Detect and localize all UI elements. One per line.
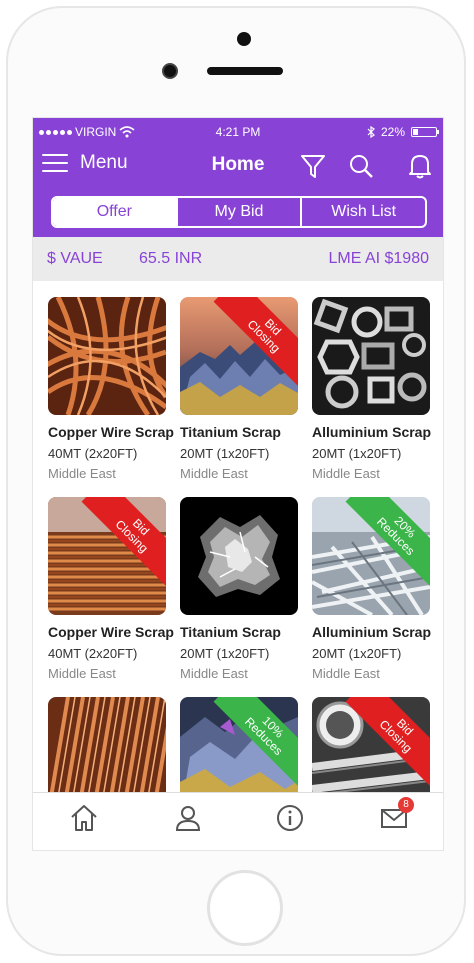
tab-my-bid[interactable]: My Bid xyxy=(175,198,301,226)
tab-wish-list[interactable]: Wish List xyxy=(300,198,425,226)
home-hardware-button[interactable] xyxy=(207,870,283,946)
product-card[interactable]: Bid Closing Copper Wire Scrap 40MT (2x20F… xyxy=(48,497,174,681)
product-card[interactable]: Bid Closing xyxy=(312,697,434,793)
product-location: Middle East xyxy=(312,666,380,681)
product-card[interactable]: 10% Reduces xyxy=(180,697,302,793)
tab-switcher: Offer My Bid Wish List xyxy=(51,196,427,228)
product-grid: Copper Wire Scrap 40MT (2x20FT) Middle E… xyxy=(33,281,443,793)
search-icon[interactable] xyxy=(347,152,375,180)
product-image-titanium-chips xyxy=(180,497,298,615)
product-image-titanium-crystal: 10% Reduces xyxy=(180,697,298,793)
bluetooth-icon xyxy=(367,126,375,138)
lme-value: LME AI $1980 xyxy=(328,250,429,267)
nav-row: Menu Home xyxy=(33,146,443,186)
product-location: Middle East xyxy=(312,466,380,481)
product-name: Copper Wire Scrap xyxy=(48,424,174,440)
info-icon[interactable] xyxy=(275,803,305,833)
product-image-aluminium xyxy=(312,297,430,415)
product-qty: 20MT (1x20FT) xyxy=(312,446,402,461)
product-qty: 20MT (1x20FT) xyxy=(180,446,270,461)
battery-icon xyxy=(411,127,439,137)
home-icon[interactable] xyxy=(69,803,99,833)
product-name: Titanium Scrap xyxy=(180,624,281,640)
earpiece-speaker xyxy=(207,67,283,75)
status-bar: VIRGIN 4:21 PM 22% xyxy=(33,118,443,146)
product-card[interactable]: Titanium Scrap 20MT (1x20FT) Middle East xyxy=(180,497,302,681)
front-camera xyxy=(162,63,178,79)
tab-offer[interactable]: Offer xyxy=(53,198,176,226)
product-qty: 40MT (2x20FT) xyxy=(48,646,138,661)
product-image-aluminium-pile: 20% Reduces xyxy=(312,497,430,615)
mail-badge: 8 xyxy=(398,797,414,813)
battery-fill xyxy=(413,129,418,135)
product-card[interactable]: Bid Closing Titanium Scrap 20MT (1x20FT) … xyxy=(180,297,302,481)
app-screen: VIRGIN 4:21 PM 22% Menu Home Offer My Bi… xyxy=(32,117,444,851)
product-image-copper-wire xyxy=(48,297,166,415)
camera-dot xyxy=(237,32,251,46)
value-label: $ VAUE xyxy=(47,250,103,267)
product-image-titanium: Bid Closing xyxy=(180,297,298,415)
product-card[interactable] xyxy=(48,697,170,793)
product-qty: 20MT (1x20FT) xyxy=(312,646,402,661)
battery-percent: 22% xyxy=(380,125,405,139)
product-location: Middle East xyxy=(180,466,248,481)
bell-icon[interactable] xyxy=(407,152,433,180)
product-location: Middle East xyxy=(48,466,116,481)
product-image-aluminium-tubes: Bid Closing xyxy=(312,697,430,793)
product-image-copper-coil: Bid Closing xyxy=(48,497,166,615)
rate-bar: $ VAUE 65.5 INR LME AI $1980 xyxy=(33,237,443,281)
product-location: Middle East xyxy=(180,666,248,681)
product-card[interactable]: 20% Reduces Alluminium Scrap 20MT (1x20FT… xyxy=(312,497,434,681)
top-bar: VIRGIN 4:21 PM 22% Menu Home Offer My Bi… xyxy=(33,118,443,237)
profile-icon[interactable] xyxy=(173,803,203,833)
product-name: Alluminium Scrap xyxy=(312,624,432,640)
product-name: Copper Wire Scrap xyxy=(48,624,174,640)
product-qty: 20MT (1x20FT) xyxy=(180,646,270,661)
status-right: 22% xyxy=(367,125,439,139)
inr-value: 65.5 INR xyxy=(139,250,203,267)
product-image-copper-pipes xyxy=(48,697,166,793)
bottom-nav xyxy=(33,792,443,850)
product-name: Titanium Scrap xyxy=(180,424,281,440)
product-name: Alluminium Scrap xyxy=(312,424,432,440)
product-card[interactable]: Alluminium Scrap 20MT (1x20FT) Middle Ea… xyxy=(312,297,434,481)
product-qty: 40MT (2x20FT) xyxy=(48,446,138,461)
product-location: Middle East xyxy=(48,666,116,681)
page-title: Home xyxy=(211,154,265,175)
product-card[interactable]: Copper Wire Scrap 40MT (2x20FT) Middle E… xyxy=(48,297,174,481)
filter-icon[interactable] xyxy=(299,152,327,180)
